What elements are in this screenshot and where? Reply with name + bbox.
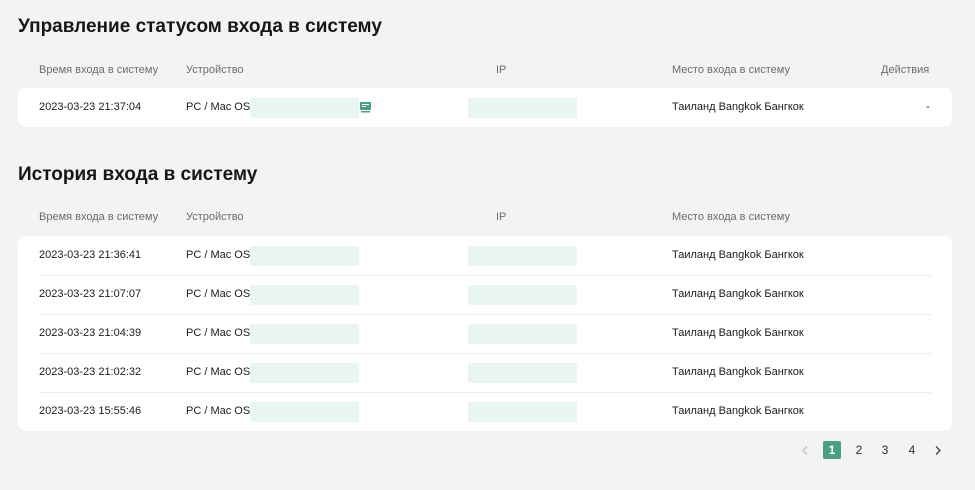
status-table: 2023-03-23 21:37:04 PC / Mac OS Таиланд … xyxy=(18,88,952,127)
login-location: Таиланд Bangkok Бангкок xyxy=(672,101,804,113)
col-device-header: Устройство xyxy=(186,211,244,223)
status-section-title: Управление статусом входа в систему xyxy=(18,16,382,37)
history-section-title: История входа в систему xyxy=(18,164,258,185)
device-name: PC / Mac OS xyxy=(186,405,251,417)
login-location: Таиланд Bangkok Бангкок xyxy=(672,366,804,378)
col-time-header: Время входа в систему xyxy=(39,64,159,76)
device-masked-value xyxy=(250,98,359,118)
col-location-header: Место входа в систему xyxy=(672,211,790,223)
col-device-header: Устройство xyxy=(186,64,244,76)
chevron-right-icon xyxy=(935,446,941,455)
ip-masked-value xyxy=(468,363,577,383)
chevron-left-icon xyxy=(802,446,808,455)
table-row: 2023-03-23 21:36:41 PC / Mac OS Таиланд … xyxy=(18,236,952,275)
login-time: 2023-03-23 21:37:04 xyxy=(39,101,142,113)
device-name: PC / Mac OS xyxy=(186,366,251,378)
device-masked-value xyxy=(250,285,359,305)
page-button-3[interactable]: 3 xyxy=(876,441,894,459)
device-name: PC / Mac OS xyxy=(186,288,251,300)
history-table-header: Время входа в систему Устройство IP Мест… xyxy=(0,211,975,227)
prev-page-button[interactable] xyxy=(796,441,814,459)
table-row: 2023-03-23 21:02:32 PC / Mac OS Таиланд … xyxy=(18,353,952,392)
table-row: 2023-03-23 21:07:07 PC / Mac OS Таиланд … xyxy=(18,275,952,314)
ip-masked-value xyxy=(468,324,577,344)
ip-masked-value xyxy=(468,98,577,118)
device-masked-value xyxy=(250,246,359,266)
history-table: 2023-03-23 21:36:41 PC / Mac OS Таиланд … xyxy=(18,236,952,431)
ip-masked-value xyxy=(468,285,577,305)
login-time: 2023-03-23 21:07:07 xyxy=(39,288,142,300)
page-button-4[interactable]: 4 xyxy=(903,441,921,459)
current-device-icon xyxy=(360,102,371,113)
login-location: Таиланд Bangkok Бангкок xyxy=(672,288,804,300)
device-name: PC / Mac OS xyxy=(186,327,251,339)
ip-masked-value xyxy=(468,246,577,266)
device-name: PC / Mac OS xyxy=(186,101,251,113)
row-action: - xyxy=(926,101,930,113)
login-location: Таиланд Bangkok Бангкок xyxy=(672,327,804,339)
col-location-header: Место входа в систему xyxy=(672,64,790,76)
device-masked-value xyxy=(250,324,359,344)
login-time: 2023-03-23 21:04:39 xyxy=(39,327,142,339)
login-location: Таиланд Bangkok Бангкок xyxy=(672,405,804,417)
col-ip-header: IP xyxy=(496,211,507,223)
login-location: Таиланд Bangkok Бангкок xyxy=(672,249,804,261)
col-time-header: Время входа в систему xyxy=(39,211,159,223)
page-button-2[interactable]: 2 xyxy=(850,441,868,459)
status-table-header: Время входа в систему Устройство IP Мест… xyxy=(0,64,975,80)
pagination: 1 2 3 4 xyxy=(0,441,975,459)
ip-masked-value xyxy=(468,402,577,422)
next-page-button[interactable] xyxy=(929,441,947,459)
device-masked-value xyxy=(250,363,359,383)
device-name: PC / Mac OS xyxy=(186,249,251,261)
table-row: 2023-03-23 21:04:39 PC / Mac OS Таиланд … xyxy=(18,314,952,353)
login-time: 2023-03-23 21:36:41 xyxy=(39,249,142,261)
table-row: 2023-03-23 21:37:04 PC / Mac OS Таиланд … xyxy=(18,88,952,127)
col-ip-header: IP xyxy=(496,64,507,76)
login-time: 2023-03-23 21:02:32 xyxy=(39,366,142,378)
login-time: 2023-03-23 15:55:46 xyxy=(39,405,142,417)
device-masked-value xyxy=(250,402,359,422)
col-actions-header: Действия xyxy=(881,64,930,76)
page-button-1[interactable]: 1 xyxy=(823,441,841,459)
table-row: 2023-03-23 15:55:46 PC / Mac OS Таиланд … xyxy=(18,392,952,431)
